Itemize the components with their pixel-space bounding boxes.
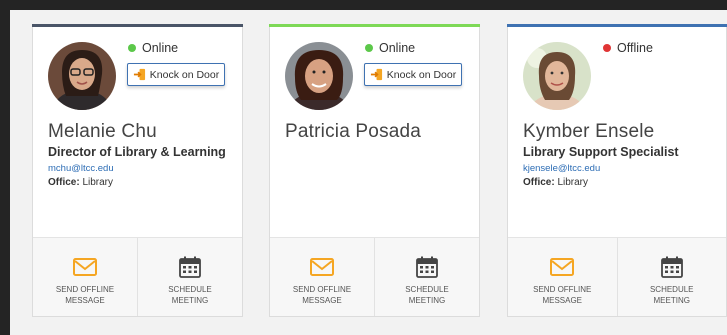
card-top-bar xyxy=(269,24,480,27)
knock-label: Knock on Door xyxy=(386,68,457,81)
staff-card-kymber-ensele: Offline Kymber Ensele Library Support Sp… xyxy=(507,24,727,317)
send-offline-message-label: Send Offline Message xyxy=(533,285,592,305)
status-label: Offline xyxy=(617,41,653,55)
presence-status: Offline xyxy=(603,41,653,55)
schedule-meeting-label: Schedule Meeting xyxy=(649,285,694,305)
card-top-bar xyxy=(32,24,243,27)
avatar xyxy=(285,42,353,110)
send-offline-message-button[interactable]: Send Offline Message xyxy=(508,238,617,316)
staff-title: Library Support Specialist xyxy=(523,145,679,159)
avatar xyxy=(523,42,591,110)
staff-card-melanie-chu: Online Knock on Door Melanie Chu Directo… xyxy=(32,24,243,317)
mail-icon xyxy=(550,258,575,276)
calendar-icon xyxy=(179,256,201,278)
calendar-icon xyxy=(416,256,438,278)
schedule-meeting-button[interactable]: Schedule Meeting xyxy=(616,238,727,316)
office-label: Office: xyxy=(48,177,80,188)
send-offline-message-label: Send Offline Message xyxy=(292,285,352,305)
staff-office: Office: Library xyxy=(523,177,588,188)
online-dot-icon xyxy=(365,44,373,52)
schedule-meeting-button[interactable]: Schedule Meeting xyxy=(374,238,479,316)
mail-icon xyxy=(73,258,97,276)
staff-card-patricia-posada: Online Knock on Door Patricia Posada Sen… xyxy=(269,24,480,317)
office-value: Library xyxy=(554,177,589,188)
schedule-meeting-label: Schedule Meeting xyxy=(405,285,449,305)
staff-email-link[interactable]: mchu@ltcc.edu xyxy=(48,163,114,174)
staff-office: Office: Library xyxy=(48,177,113,188)
staff-directory-panel: Online Knock on Door Melanie Chu Directo… xyxy=(10,10,727,335)
office-value: Library xyxy=(79,177,114,188)
enter-door-icon xyxy=(370,68,382,81)
enter-door-icon xyxy=(133,68,145,81)
staff-name: Patricia Posada xyxy=(285,121,422,142)
card-top-bar xyxy=(507,24,727,27)
calendar-icon xyxy=(660,256,683,278)
card-actions: Send Offline Message Schedule Meeting xyxy=(508,237,726,316)
card-actions: Send Offline Message Schedule Meeting xyxy=(33,237,242,316)
card-actions: Send Offline Message Schedule Meeting xyxy=(270,237,479,316)
staff-email-link[interactable]: kjensele@ltcc.edu xyxy=(523,163,600,174)
presence-status: Online xyxy=(128,41,178,55)
status-label: Online xyxy=(379,41,416,55)
office-label: Office: xyxy=(523,177,555,188)
staff-name: Kymber Ensele xyxy=(523,121,655,142)
schedule-meeting-button[interactable]: Schedule Meeting xyxy=(137,238,242,316)
online-dot-icon xyxy=(128,44,136,52)
staff-name: Melanie Chu xyxy=(48,121,157,142)
knock-on-door-button[interactable]: Knock on Door xyxy=(127,63,225,86)
schedule-meeting-label: Schedule Meeting xyxy=(168,285,212,305)
send-offline-message-label: Send Offline Message xyxy=(55,285,115,305)
mail-icon xyxy=(310,258,334,276)
staff-title: Director of Library & Learning xyxy=(48,145,226,159)
avatar xyxy=(48,42,116,110)
presence-status: Online xyxy=(365,41,415,55)
offline-dot-icon xyxy=(603,44,611,52)
knock-label: Knock on Door xyxy=(149,68,220,81)
knock-on-door-button[interactable]: Knock on Door xyxy=(364,63,462,86)
send-offline-message-button[interactable]: Send Offline Message xyxy=(270,238,374,316)
status-label: Online xyxy=(142,41,179,55)
send-offline-message-button[interactable]: Send Offline Message xyxy=(33,238,137,316)
